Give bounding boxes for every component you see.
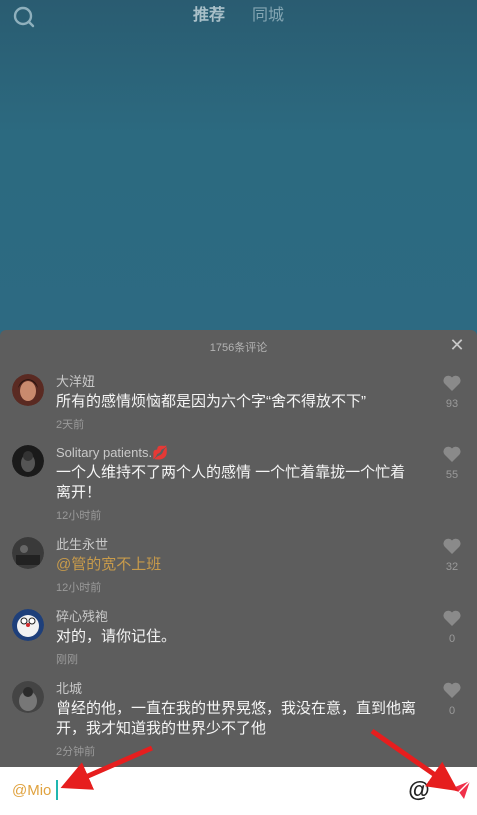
comment-item[interactable]: 大洋妞 所有的感情烦恼都是因为六个字“舍不得放不下” 2天前 93	[0, 374, 477, 434]
like-button[interactable]: 93	[437, 374, 467, 410]
comment-time: 2分钟前	[56, 746, 96, 758]
comment-username[interactable]: 碎心残袍	[56, 609, 108, 625]
comment-text: 曾经的他，一直在我的世界晃悠，我没在意，直到他离开，我才知道我的世界少不了他	[56, 700, 417, 737]
avatar[interactable]	[12, 681, 44, 713]
avatar[interactable]	[12, 374, 44, 406]
close-icon[interactable]: ✕	[449, 336, 465, 354]
like-count: 93	[445, 398, 459, 410]
tab-recommend[interactable]: 推荐	[193, 6, 225, 26]
send-icon[interactable]	[449, 779, 471, 801]
like-count: 0	[448, 633, 456, 645]
avatar[interactable]	[12, 537, 44, 569]
like-button[interactable]: 0	[437, 609, 467, 645]
comments-panel: 1756条评论 ✕ 大洋妞 所有的感情烦恼都是因为六个字“舍不得放不下” 2天前…	[0, 330, 477, 767]
comment-item[interactable]: Solitary patients.💋 一个人维持不了两个人的感情 一个忙着靠拢…	[0, 445, 477, 525]
comment-text: 所有的感情烦恼都是因为六个字“舍不得放不下”	[56, 393, 366, 410]
like-count: 32	[445, 561, 459, 573]
mention-button[interactable]: @	[406, 777, 432, 803]
tab-local[interactable]: 同城	[252, 6, 284, 26]
heart-icon	[443, 538, 461, 554]
comment-item[interactable]: 此生永世 @管的宽不上班 12小时前 32	[0, 537, 477, 597]
comment-time: 12小时前	[56, 510, 102, 522]
comment-username[interactable]: 大洋妞	[56, 374, 95, 390]
comments-header: 1756条评论 ✕	[0, 330, 477, 362]
like-button[interactable]: 32	[437, 537, 467, 573]
heart-icon	[443, 610, 461, 626]
comment-mention-link[interactable]: @管的宽不上班	[56, 555, 416, 575]
heart-icon	[443, 446, 461, 462]
comment-text: 一个人维持不了两个人的感情 一个忙着靠拢一个忙着离开！	[56, 464, 406, 501]
heart-icon	[443, 682, 461, 698]
like-count: 0	[448, 705, 456, 717]
top-bar: 推荐 同城	[0, 0, 477, 36]
comment-input[interactable]: @Mio	[12, 782, 51, 799]
comment-count: 1756条评论	[209, 342, 268, 354]
comment-input-bar: @Mio @	[0, 767, 477, 815]
comment-time: 2天前	[56, 419, 85, 431]
comment-time: 刚刚	[56, 654, 78, 666]
search-icon[interactable]	[12, 5, 36, 29]
comment-time: 12小时前	[56, 582, 102, 594]
avatar[interactable]	[12, 609, 44, 641]
comment-item[interactable]: 碎心残袍 对的，请你记住。 刚刚 0	[0, 609, 477, 669]
comment-username[interactable]: 此生永世	[56, 537, 108, 553]
comment-username[interactable]: 北城	[56, 681, 82, 697]
like-button[interactable]: 0	[437, 681, 467, 717]
heart-icon	[443, 375, 461, 391]
comment-item[interactable]: 北城 曾经的他，一直在我的世界晃悠，我没在意，直到他离开，我才知道我的世界少不了…	[0, 681, 477, 761]
text-caret	[56, 780, 58, 800]
app-screen: 推荐 同城 1756条评论 ✕ 大洋妞 所有的感情烦恼都是因为六个字“舍不得放不…	[0, 0, 477, 815]
video-background[interactable]	[0, 0, 477, 340]
like-button[interactable]: 55	[437, 445, 467, 481]
comment-username[interactable]: Solitary patients.💋	[56, 445, 168, 461]
like-count: 55	[445, 469, 459, 481]
comment-text: 对的，请你记住。	[56, 628, 177, 645]
avatar[interactable]	[12, 445, 44, 477]
